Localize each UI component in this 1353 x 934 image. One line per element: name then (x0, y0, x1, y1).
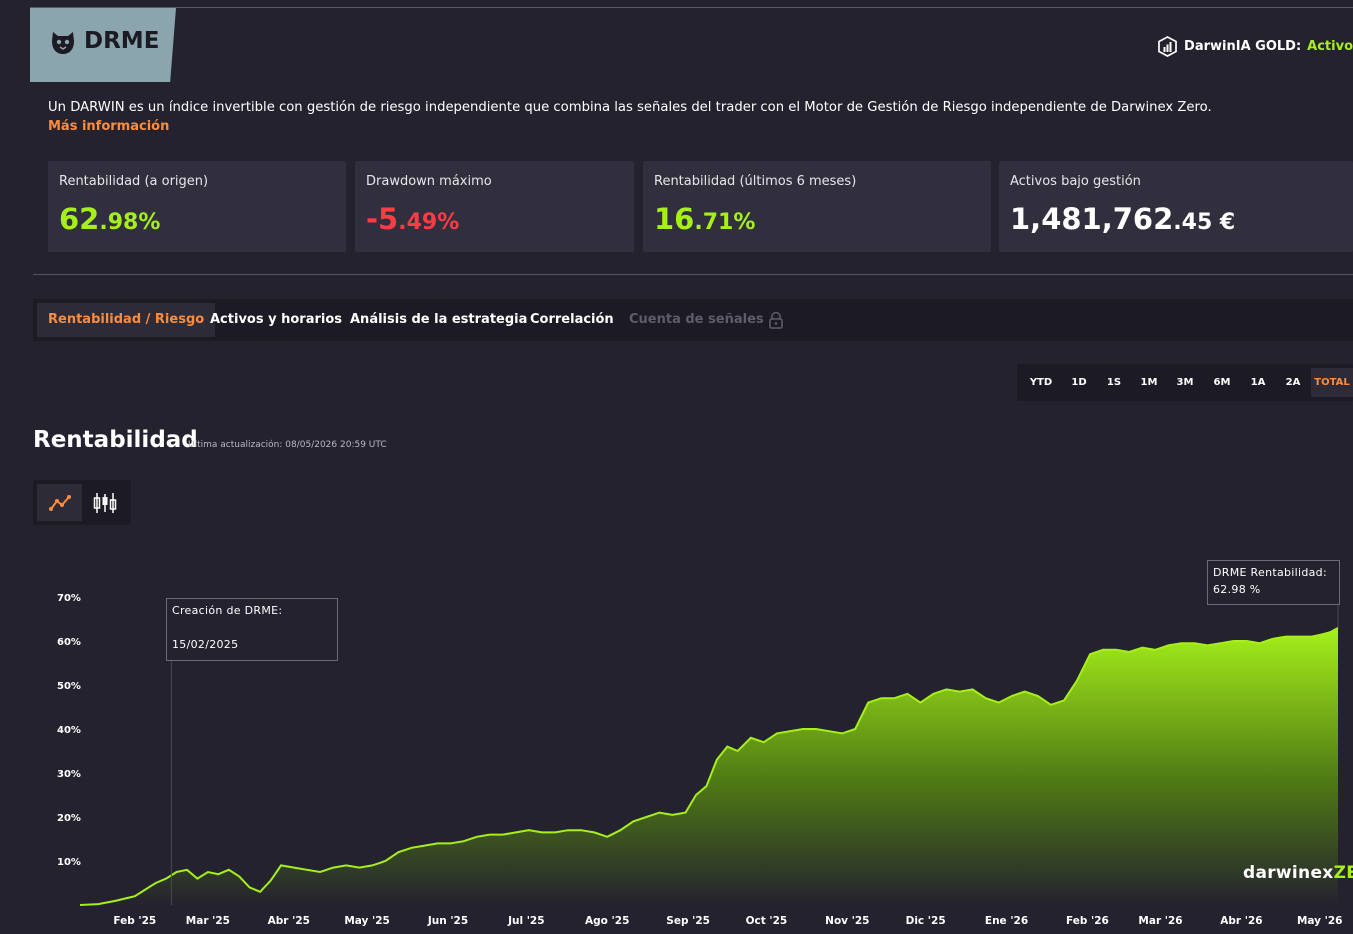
stat-card-aum: Activos bajo gestión 1,481,762.45 € (999, 161, 1353, 252)
darwin-description: Un DARWIN es un índice invertible con ge… (48, 100, 1212, 115)
stat-value: 16.71% (654, 202, 756, 236)
x-tick-label: Mar '26 (1138, 915, 1182, 927)
period-1a[interactable]: 1A (1246, 368, 1270, 397)
stat-label: Rentabilidad (últimos 6 meses) (654, 174, 857, 189)
returns-area (80, 627, 1338, 905)
x-tick-label: Dic '25 (906, 915, 946, 927)
creation-date: 15/02/2025 (172, 638, 239, 651)
last-update: Última actualización: 08/05/2026 20:59 U… (188, 440, 387, 450)
darwin-brand-badge: DRME (30, 8, 176, 82)
x-tick-label: May '25 (344, 915, 390, 927)
lock-icon (768, 311, 783, 329)
darwinia-shield-icon (1158, 36, 1177, 57)
period-1m[interactable]: 1M (1137, 368, 1161, 397)
y-tick-label: 10% (57, 857, 81, 868)
bulldog-logo-icon (52, 32, 74, 54)
stat-value: 62.98% (59, 202, 161, 236)
x-tick-label: Abr '26 (1220, 915, 1262, 927)
candlestick-button[interactable] (82, 484, 127, 521)
tab-activos-horarios[interactable]: Activos y horarios (210, 303, 342, 337)
period-1s[interactable]: 1S (1102, 368, 1126, 397)
current-return-value: 62.98 % (1213, 583, 1261, 596)
x-tick-label: Feb '26 (1066, 915, 1109, 927)
line-chart-button[interactable] (37, 484, 82, 521)
y-tick-label: 50% (57, 681, 81, 692)
stat-card-max-drawdown: Drawdown máximo -5.49% (355, 161, 634, 252)
y-tick-label: 20% (57, 813, 81, 824)
more-info-link[interactable]: Más información (48, 119, 169, 134)
darwinia-gold-label: DarwinIA GOLD: (1184, 39, 1302, 54)
darwinia-gold-value: Activo (1307, 39, 1353, 54)
section-divider (33, 274, 1353, 275)
y-tick-label: 30% (57, 769, 81, 780)
darwinia-gold-status: DarwinIA GOLD: Activo (1157, 36, 1353, 57)
tab-analisis-estrategia[interactable]: Análisis de la estrategia (350, 303, 527, 337)
section-tabs: Rentabilidad / Riesgo Activos y horarios… (33, 299, 1353, 341)
tab-correlacion[interactable]: Correlación (530, 303, 614, 337)
x-tick-label: Ago '25 (585, 915, 629, 927)
candlestick-icon (93, 492, 116, 513)
period-3m[interactable]: 3M (1173, 368, 1197, 397)
stat-label: Rentabilidad (a origen) (59, 174, 209, 189)
chart-title: Rentabilidad (33, 427, 198, 453)
tab-cuenta-senales[interactable]: Cuenta de señales (629, 303, 784, 337)
x-tick-label: Sep '25 (666, 915, 710, 927)
x-tick-label: Nov '25 (825, 915, 869, 927)
x-tick-label: Jun '25 (427, 915, 468, 927)
creation-tooltip: Creación de DRME: 15/02/2025 (166, 598, 338, 661)
x-tick-label: Jul '25 (507, 915, 544, 927)
x-tick-label: Feb '25 (113, 915, 156, 927)
y-tick-label: 40% (57, 725, 81, 736)
stat-card-return-origin: Rentabilidad (a origen) 62.98% (48, 161, 346, 252)
x-tick-label: May '26 (1297, 915, 1343, 927)
tab-rentabilidad-riesgo[interactable]: Rentabilidad / Riesgo (37, 303, 216, 337)
tab-cuenta-senales-label: Cuenta de señales (629, 312, 764, 327)
x-tick-label: Ene '26 (985, 915, 1028, 927)
period-1d[interactable]: 1D (1067, 368, 1091, 397)
period-2a[interactable]: 2A (1281, 368, 1305, 397)
stat-card-return-6m: Rentabilidad (últimos 6 meses) 16.71% (643, 161, 991, 252)
stat-label: Activos bajo gestión (1010, 174, 1141, 189)
current-return-tooltip: DRME Rentabilidad: 62.98 % (1207, 560, 1340, 605)
stat-label: Drawdown máximo (366, 174, 492, 189)
top-divider (30, 7, 1353, 8)
y-tick-label: 70% (57, 593, 81, 604)
creation-label: Creación de DRME: (172, 604, 283, 617)
darwinex-zero-watermark: darwinexZERO (1243, 863, 1353, 883)
darwin-name: DRME (84, 28, 160, 54)
x-tick-label: Mar '25 (186, 915, 230, 927)
stat-value: 1,481,762.45 € (1010, 202, 1236, 236)
period-ytd[interactable]: YTD (1023, 368, 1059, 397)
x-tick-label: Oct '25 (746, 915, 788, 927)
stat-value: -5.49% (366, 202, 460, 236)
y-tick-label: 60% (57, 637, 81, 648)
chart-type-toggle (33, 480, 131, 525)
current-return-label: DRME Rentabilidad: (1213, 566, 1327, 579)
period-6m[interactable]: 6M (1210, 368, 1234, 397)
period-total[interactable]: TOTAL (1311, 368, 1353, 397)
period-selector: YTD 1D 1S 1M 3M 6M 1A 2A TOTAL (1017, 364, 1353, 401)
line-chart-icon (48, 494, 71, 511)
x-tick-label: Abr '25 (268, 915, 310, 927)
